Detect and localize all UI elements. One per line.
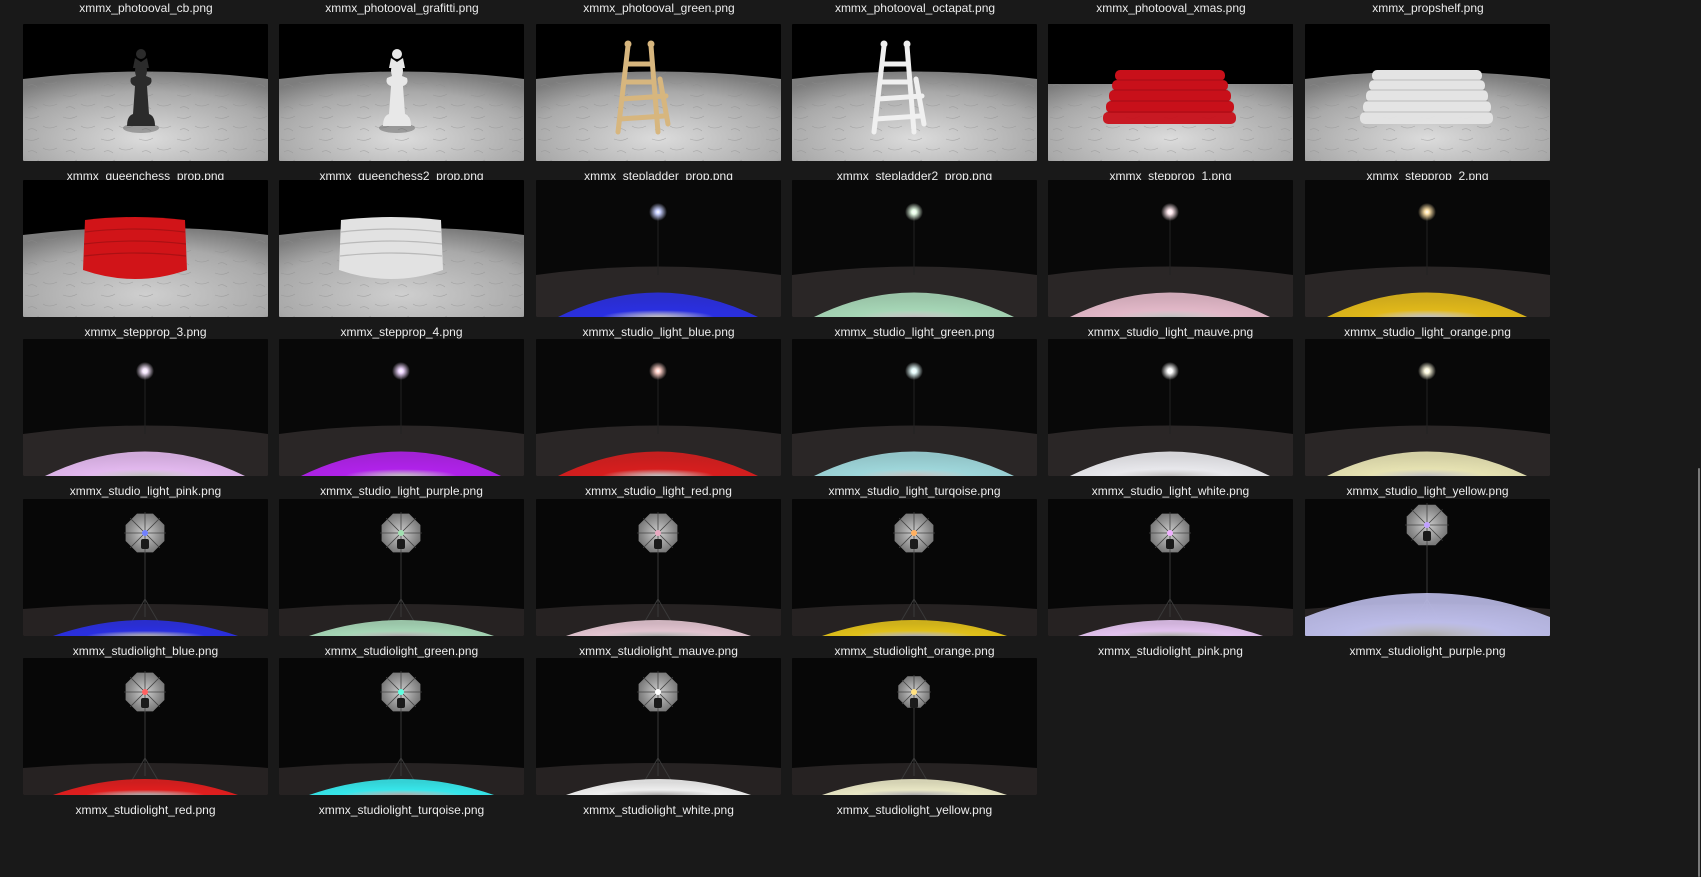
file-name-label[interactable]: xmmx_photooval_green.png — [520, 0, 798, 16]
file-thumbnail[interactable] — [1305, 180, 1550, 317]
file-thumbnail[interactable] — [279, 180, 524, 317]
file-thumbnail[interactable] — [792, 499, 1037, 636]
file-name-label[interactable]: xmmx_studiolight_yellow.png — [774, 802, 1055, 818]
file-thumbnail[interactable] — [23, 180, 268, 317]
file-tile[interactable]: xmmx_studiolight_blue.png — [23, 499, 268, 658]
file-name-label[interactable]: xmmx_studio_light_purple.png — [261, 483, 542, 499]
file-thumbnail[interactable] — [1048, 339, 1293, 476]
file-tile[interactable]: xmmx_studiolight_mauve.png — [536, 499, 781, 658]
file-name-label[interactable]: xmmx_photooval_cb.png — [7, 0, 285, 16]
file-thumbnail[interactable] — [279, 499, 524, 636]
file-name-label[interactable]: xmmx_studio_light_red.png — [518, 483, 799, 499]
file-name-label[interactable]: xmmx_studio_light_green.png — [774, 324, 1055, 340]
file-tile[interactable]: xmmx_queenchess_prop.png — [23, 24, 268, 183]
file-name-label[interactable]: xmmx_studiolight_blue.png — [5, 643, 286, 659]
file-tile[interactable]: xmmx_studio_light_orange.png — [1305, 180, 1550, 339]
file-name-label[interactable]: xmmx_propshelf.png — [1289, 0, 1567, 16]
file-name-label[interactable]: xmmx_stepprop_4.png — [261, 324, 542, 340]
file-tile[interactable]: xmmx_studiolight_turqoise.png — [279, 658, 524, 817]
file-tile[interactable]: xmmx_stepprop_1.png — [1048, 24, 1293, 183]
file-tile[interactable]: xmmx_studio_light_blue.png — [536, 180, 781, 339]
file-thumbnail[interactable] — [23, 658, 268, 795]
file-tile[interactable]: xmmx_studio_light_purple.png — [279, 339, 524, 498]
scrollbar-thumb[interactable] — [1698, 468, 1700, 877]
file-tile[interactable]: xmmx_stepladder2_prop.png — [792, 24, 1037, 183]
file-name-label[interactable]: xmmx_photooval_grafitti.png — [263, 0, 541, 16]
file-name-label[interactable]: xmmx_studiolight_green.png — [261, 643, 542, 659]
file-name-label[interactable]: xmmx_studio_light_orange.png — [1287, 324, 1568, 340]
file-name-label[interactable]: xmmx_studio_light_yellow.png — [1287, 483, 1568, 499]
file-thumbnail[interactable] — [792, 339, 1037, 476]
file-thumbnail[interactable] — [1048, 499, 1293, 636]
file-tile[interactable]: xmmx_stepprop_3.png — [23, 180, 268, 339]
file-thumbnail[interactable] — [1305, 339, 1550, 476]
file-tile[interactable]: xmmx_studio_light_green.png — [792, 180, 1037, 339]
file-tile[interactable]: xmmx_studio_light_red.png — [536, 339, 781, 498]
file-thumbnail[interactable] — [792, 180, 1037, 317]
file-thumbnail[interactable] — [279, 658, 524, 795]
file-name-label[interactable]: xmmx_photooval_octapat.png — [776, 0, 1054, 16]
file-tile[interactable]: xmmx_stepladder_prop.png — [536, 24, 781, 183]
file-tile[interactable]: xmmx_studio_light_white.png — [1048, 339, 1293, 498]
file-tile[interactable]: xmmx_stepprop_2.png — [1305, 24, 1550, 183]
file-name-label[interactable]: xmmx_stepprop_3.png — [5, 324, 286, 340]
file-thumbnail[interactable] — [279, 24, 524, 161]
file-thumbnail[interactable] — [1305, 499, 1550, 636]
file-tile[interactable]: xmmx_studio_light_pink.png — [23, 339, 268, 498]
file-thumbnail[interactable] — [23, 24, 268, 161]
file-name-label[interactable]: xmmx_studiolight_pink.png — [1030, 643, 1311, 659]
file-name-label[interactable]: xmmx_studio_light_turqoise.png — [774, 483, 1055, 499]
file-thumbnail[interactable] — [536, 24, 781, 161]
file-name-label[interactable]: xmmx_studiolight_orange.png — [774, 643, 1055, 659]
file-tile[interactable]: xmmx_stepprop_4.png — [279, 180, 524, 339]
file-thumbnail[interactable] — [536, 658, 781, 795]
file-name-label[interactable]: xmmx_studio_light_blue.png — [518, 324, 799, 340]
file-tile[interactable]: xmmx_studiolight_orange.png — [792, 499, 1037, 658]
file-thumbnail[interactable] — [1305, 24, 1550, 161]
vertical-scrollbar[interactable] — [1691, 0, 1701, 877]
file-tile[interactable]: xmmx_studiolight_pink.png — [1048, 499, 1293, 658]
file-thumbnail[interactable] — [536, 499, 781, 636]
file-tile[interactable]: xmmx_studiolight_yellow.png — [792, 658, 1037, 817]
file-thumbnail[interactable] — [1048, 180, 1293, 317]
file-name-label[interactable]: xmmx_studiolight_mauve.png — [518, 643, 799, 659]
file-tile[interactable]: xmmx_studiolight_green.png — [279, 499, 524, 658]
file-name-label[interactable]: xmmx_studio_light_pink.png — [5, 483, 286, 499]
file-thumbnail[interactable] — [279, 339, 524, 476]
file-thumbnail[interactable] — [792, 24, 1037, 161]
file-thumbnail[interactable] — [536, 339, 781, 476]
file-name-label[interactable]: xmmx_photooval_xmas.png — [1032, 0, 1310, 16]
file-thumbnail[interactable] — [23, 499, 268, 636]
file-tile[interactable]: xmmx_studio_light_mauve.png — [1048, 180, 1293, 339]
file-tile[interactable]: xmmx_studio_light_turqoise.png — [792, 339, 1037, 498]
file-name-label[interactable]: xmmx_studiolight_purple.png — [1287, 643, 1568, 659]
file-name-label[interactable]: xmmx_studiolight_red.png — [5, 802, 286, 818]
file-name-label[interactable]: xmmx_studiolight_white.png — [518, 802, 799, 818]
file-name-label[interactable]: xmmx_studio_light_white.png — [1030, 483, 1311, 499]
file-tile[interactable]: xmmx_studiolight_white.png — [536, 658, 781, 817]
file-thumbnail[interactable] — [1048, 24, 1293, 161]
file-name-label[interactable]: xmmx_studiolight_turqoise.png — [261, 802, 542, 818]
file-name-label[interactable]: xmmx_studio_light_mauve.png — [1030, 324, 1311, 340]
file-tile[interactable]: xmmx_studiolight_red.png — [23, 658, 268, 817]
file-thumbnail[interactable] — [536, 180, 781, 317]
file-thumbnail[interactable] — [23, 339, 268, 476]
file-tile[interactable]: xmmx_studio_light_yellow.png — [1305, 339, 1550, 498]
file-thumbnail[interactable] — [792, 658, 1037, 795]
file-tile[interactable]: xmmx_studiolight_purple.png — [1305, 499, 1550, 658]
file-tile[interactable]: xmmx_queenchess2_prop.png — [279, 24, 524, 183]
